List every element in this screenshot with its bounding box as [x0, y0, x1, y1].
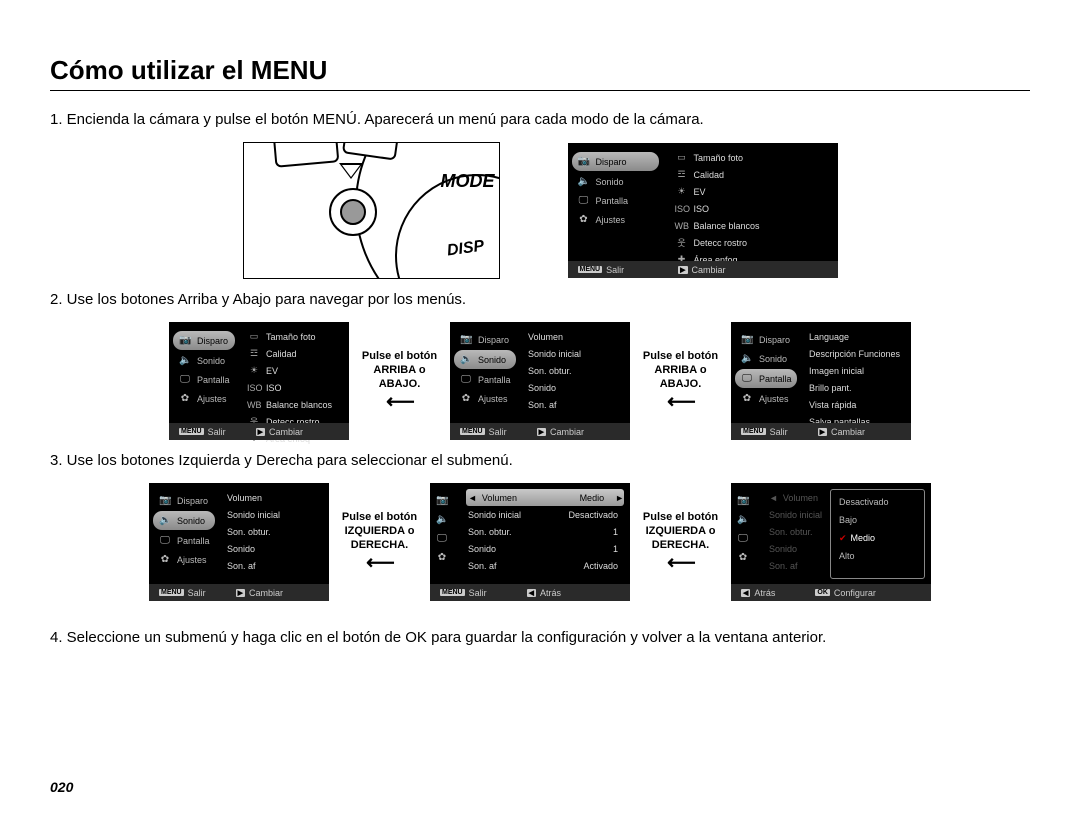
left-tab-disparo[interactable]: 📷Disparo [173, 331, 235, 350]
manual-page: Cómo utilizar el MENU 1. Encienda la cám… [0, 0, 1080, 815]
lcd-shooting-menu: 📷Disparo 🔈Sonido 🖵Pantalla ✿Ajustes ▭Tam… [568, 143, 838, 278]
option-desactivado[interactable]: Desactivado [831, 493, 924, 511]
step-2-row: 📷Disparo 🔈Sonido 🖵Pantalla ✿Ajustes ▭Tam… [50, 322, 1030, 440]
left-tab-disparo[interactable]: 📷Disparo [572, 152, 659, 171]
left-tab-sonido[interactable]: 🔈Sonido [454, 350, 516, 369]
lcd-volumen-popup: 📷 🔈 🖵 ✿ ◄ Volumen Sonido inicial Son. ob… [731, 483, 931, 601]
step-1-row: MODE DISP 📷Disparo 🔈Sonido 🖵Pantalla ✿Aj… [50, 142, 1030, 279]
caption-updown-2: Pulse el botón ARRIBA o ABAJO. [638, 350, 723, 411]
display-icon: 🖵 [578, 195, 590, 206]
left-tab-pantalla[interactable]: 🖵Pantalla [735, 369, 797, 388]
step-4-text: 4. Seleccione un submenú y haga clic en … [50, 629, 1030, 646]
mode-label: MODE [441, 171, 495, 192]
left-tab-sonido[interactable]: 🔈Sonido [153, 511, 215, 530]
back-key-icon: ◀ [527, 589, 536, 597]
left-arrow-icon [638, 392, 723, 412]
left-tab-ajustes[interactable]: ✿Ajustes [568, 210, 663, 229]
menu-button [329, 188, 377, 236]
title-rule [50, 90, 1030, 91]
step-3-row: 📷Disparo 🔈Sonido 🖵Pantalla ✿Ajustes Volu… [50, 483, 1030, 601]
step-2-text: 2. Use los botones Arriba y Abajo para n… [50, 291, 1030, 308]
caption-updown-1: Pulse el botón ARRIBA o ABAJO. [357, 350, 442, 411]
down-arrow-icon [339, 163, 363, 179]
step-1-text: 1. Encienda la cámara y pulse el botón M… [50, 111, 1030, 128]
volume-options-popup: Desactivado Bajo Medio Alto [830, 489, 925, 579]
left-tab-pantalla[interactable]: 🖵Pantalla [568, 191, 663, 210]
option-bajo[interactable]: Bajo [831, 511, 924, 529]
left-arrow-icon [357, 392, 442, 412]
left-tab-sonido[interactable]: 🔈Sonido [568, 172, 663, 191]
option-medio[interactable]: Medio [831, 529, 924, 547]
play-key-icon: ▶ [678, 266, 687, 274]
speaker-icon: 🔈 [578, 176, 590, 187]
caption-leftright-2: Pulse el botón IZQUIERDA o DERECHA. [638, 511, 723, 572]
page-number: 020 [50, 779, 73, 795]
lcd-sonido-list: 📷Disparo 🔈Sonido 🖵Pantalla ✿Ajustes Volu… [149, 483, 329, 601]
submenu-volumen[interactable]: ◄ VolumenMedio ► [466, 489, 624, 506]
lcd-sonido-values: 📷 🔈 🖵 ✿ ◄ VolumenMedio ► Sonido inicialD… [430, 483, 630, 601]
lcd-sonido: 📷Disparo 🔈Sonido 🖵Pantalla ✿Ajustes Volu… [450, 322, 630, 440]
caption-leftright-1: Pulse el botón IZQUIERDA o DERECHA. [337, 511, 422, 572]
camera-illustration: MODE DISP [243, 142, 500, 279]
gear-icon: ✿ [578, 214, 590, 225]
left-arrow-icon [337, 553, 422, 573]
page-title: Cómo utilizar el MENU [50, 55, 1030, 86]
camera-icon: 📷 [578, 156, 590, 167]
menu-key-icon: MENU [578, 266, 603, 273]
step-3-text: 3. Use los botones Izquierda y Derecha p… [50, 452, 1030, 469]
option-alto[interactable]: Alto [831, 547, 924, 565]
lcd-pantalla: 📷Disparo 🔈Sonido 🖵Pantalla ✿Ajustes Lang… [731, 322, 911, 440]
lcd-disparo: 📷Disparo 🔈Sonido 🖵Pantalla ✿Ajustes ▭Tam… [169, 322, 349, 440]
left-arrow-icon [638, 553, 723, 573]
